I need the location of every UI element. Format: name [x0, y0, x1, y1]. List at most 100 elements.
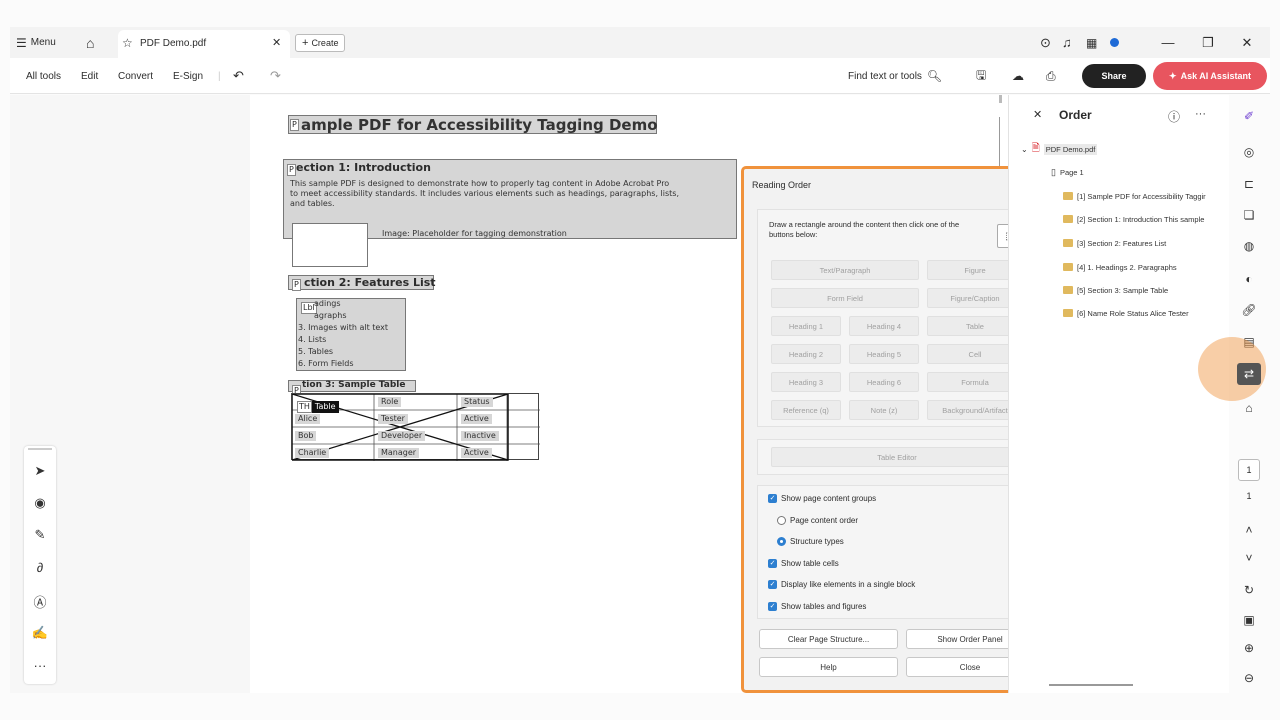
- all-tools-button[interactable]: All tools: [26, 58, 61, 94]
- image-placeholder-box[interactable]: [292, 223, 368, 267]
- tag-folder-icon: [1063, 239, 1073, 247]
- account-icon[interactable]: [1110, 27, 1119, 58]
- restore-icon[interactable]: ❐: [1196, 27, 1220, 58]
- ai-generate-icon[interactable]: ✐: [1237, 105, 1261, 127]
- tag-folder-icon: [1063, 192, 1073, 200]
- page-label: Page 1: [1059, 167, 1084, 177]
- select-cursor-icon[interactable]: ➤: [24, 458, 56, 484]
- compare-icon[interactable]: ◐: [1237, 268, 1261, 290]
- table-tags: TH Table: [297, 401, 339, 413]
- tag-folder-icon: [1063, 263, 1073, 271]
- total-pages-label: 1: [1246, 491, 1252, 501]
- tag-p-section2: P: [292, 279, 301, 291]
- document-tab[interactable]: ☆ PDF Demo.pdf ✕: [118, 30, 290, 58]
- table-cell: Tester: [378, 414, 408, 424]
- ask-ai-assistant-button[interactable]: ✦ Ask AI Assistant: [1153, 62, 1267, 90]
- right-rail: ✐ ◎ ⊏ ❏ ◍ ◐ 🔗︎ ▤ ⇄ ⌂ 1 1 ˄ ˅ ↻ ▣ ⊕ ⊖: [1198, 95, 1270, 693]
- highlight-pen-icon[interactable]: ✎: [24, 522, 56, 548]
- reading-order-tool-icon[interactable]: ⇄: [1237, 363, 1261, 385]
- section1-text-line1: This sample PDF is designed to demonstra…: [290, 179, 670, 188]
- document-title: ample PDF for Accessibility Tagging Demo: [301, 116, 658, 134]
- accessibility-icon[interactable]: ⌂: [1237, 397, 1261, 419]
- tree-page-node[interactable]: ▯ Page 1: [1051, 165, 1084, 179]
- minimize-icon[interactable]: —: [1156, 27, 1180, 58]
- table-cell: Manager: [378, 448, 420, 458]
- close-order-panel-icon[interactable]: ✕: [1033, 108, 1042, 121]
- image-placeholder-caption: Image: Placeholder for tagging demonstra…: [382, 229, 567, 238]
- edit-button[interactable]: Edit: [81, 58, 98, 94]
- layers-icon[interactable]: ◍: [1237, 235, 1261, 257]
- page-icon: ▯: [1051, 166, 1056, 177]
- star-icon[interactable]: ☆: [122, 36, 133, 50]
- current-page-input[interactable]: 1: [1238, 459, 1260, 481]
- comment-icon[interactable]: ◉: [24, 490, 56, 516]
- create-button[interactable]: + Create: [295, 34, 346, 52]
- close-tab-icon[interactable]: ✕: [272, 36, 281, 49]
- order-item-label: [1] Sample PDF for Accessibility Taggir: [1077, 191, 1206, 201]
- section1-text-line2: to meet accessibility standards. It incl…: [290, 189, 679, 198]
- table-cell: Alice: [295, 414, 321, 424]
- sample-table[interactable]: Role Status Alice Tester Active Bob Deve…: [291, 393, 540, 461]
- tag-folder-icon: [1063, 286, 1073, 294]
- apps-grid-icon[interactable]: ▦: [1086, 27, 1097, 58]
- sign-icon[interactable]: ✍: [24, 620, 56, 646]
- comment-bubble-icon[interactable]: ◎: [1237, 141, 1261, 163]
- table-cell: Bob: [295, 431, 317, 441]
- chevron-down-icon[interactable]: ⌄: [1021, 145, 1028, 154]
- order-item-label: [4] 1. Headings 2. Paragraphs: [1077, 262, 1177, 272]
- list-item: 4. Lists: [298, 335, 327, 344]
- help-icon[interactable]: ⊙: [1040, 27, 1051, 58]
- file-label: PDF Demo.pdf: [1043, 143, 1098, 155]
- menu-button[interactable]: ☰ Menu: [16, 27, 56, 58]
- chevron-down-icon[interactable]: ˅: [1237, 547, 1261, 569]
- order-item-label: [3] Section 2: Features List: [1077, 238, 1167, 248]
- zoom-out-icon[interactable]: ⊖: [1237, 667, 1261, 689]
- more-options-icon[interactable]: ···: [1195, 108, 1206, 120]
- info-icon[interactable]: ⓘ: [1168, 108, 1180, 125]
- page-fit-icon[interactable]: ▣: [1237, 609, 1261, 631]
- share-button[interactable]: Share: [1082, 64, 1146, 88]
- order-panel: ✕ Order ⓘ ··· ⌄ 🗎 PDF Demo.pdf ▯ Page 1 …: [1008, 95, 1229, 693]
- order-item[interactable]: [6] Name Role Status Alice Tester: [1063, 306, 1229, 320]
- bell-icon[interactable]: ♫: [1062, 27, 1072, 58]
- zoom-in-icon[interactable]: ⊕: [1237, 637, 1261, 659]
- order-item-label: [2] Section 1: Introduction This sample: [1077, 214, 1205, 224]
- pages-icon[interactable]: ❏: [1237, 204, 1261, 226]
- rail-grip[interactable]: [28, 448, 52, 450]
- search-icon: 🔍︎: [926, 69, 943, 83]
- rotate-icon[interactable]: ↻: [1237, 579, 1261, 601]
- order-item[interactable]: [2] Section 1: Introduction This sample: [1063, 212, 1229, 226]
- save-icon[interactable]: 🖫: [976, 58, 986, 94]
- tag-folder-icon: [1063, 309, 1073, 317]
- text-box-icon[interactable]: Ⓐ: [24, 588, 56, 614]
- redo-icon[interactable]: ↷: [270, 58, 281, 94]
- section2-heading: ction 2: Features List: [304, 276, 436, 289]
- upload-cloud-icon[interactable]: ☁: [1012, 58, 1024, 94]
- find-text-button[interactable]: Find text or tools 🔍︎: [848, 58, 942, 94]
- table-cell: Active: [461, 414, 492, 424]
- doc-scrollbar[interactable]: [999, 95, 1002, 103]
- attachment-icon[interactable]: 🔗︎: [1237, 299, 1261, 321]
- tag-folder-icon: [1063, 215, 1073, 223]
- order-item[interactable]: [5] Section 3: Sample Table: [1063, 283, 1229, 297]
- bookmark-icon[interactable]: ⊏: [1237, 173, 1261, 195]
- tree-root-file[interactable]: ⌄ 🗎 PDF Demo.pdf: [1021, 142, 1098, 156]
- esign-button[interactable]: E-Sign: [173, 58, 203, 94]
- table-cell: Role: [378, 397, 402, 407]
- table-cell: Developer: [378, 431, 426, 441]
- home-icon[interactable]: ⌂: [86, 27, 94, 58]
- order-item[interactable]: [1] Sample PDF for Accessibility Taggir: [1063, 189, 1229, 203]
- order-item[interactable]: [4] 1. Headings 2. Paragraphs: [1063, 260, 1229, 274]
- panel-scrollbar[interactable]: [1049, 684, 1133, 686]
- tag-table: Table: [311, 401, 339, 413]
- acrobat-window: ☰ Menu ⌂ ☆ PDF Demo.pdf ✕ + Create ⊙ ♫ ▦…: [0, 0, 1280, 720]
- chevron-up-icon[interactable]: ˄: [1237, 519, 1261, 541]
- order-item-label: [5] Section 3: Sample Table: [1077, 285, 1169, 295]
- print-icon[interactable]: ⎙: [1046, 58, 1056, 94]
- more-tools-icon[interactable]: ···: [24, 652, 56, 678]
- convert-button[interactable]: Convert: [118, 58, 153, 94]
- close-window-icon[interactable]: ✕: [1235, 27, 1259, 58]
- order-item[interactable]: [3] Section 2: Features List: [1063, 236, 1229, 250]
- draw-freehand-icon[interactable]: ∂: [24, 554, 56, 580]
- undo-icon[interactable]: ↶: [233, 58, 244, 94]
